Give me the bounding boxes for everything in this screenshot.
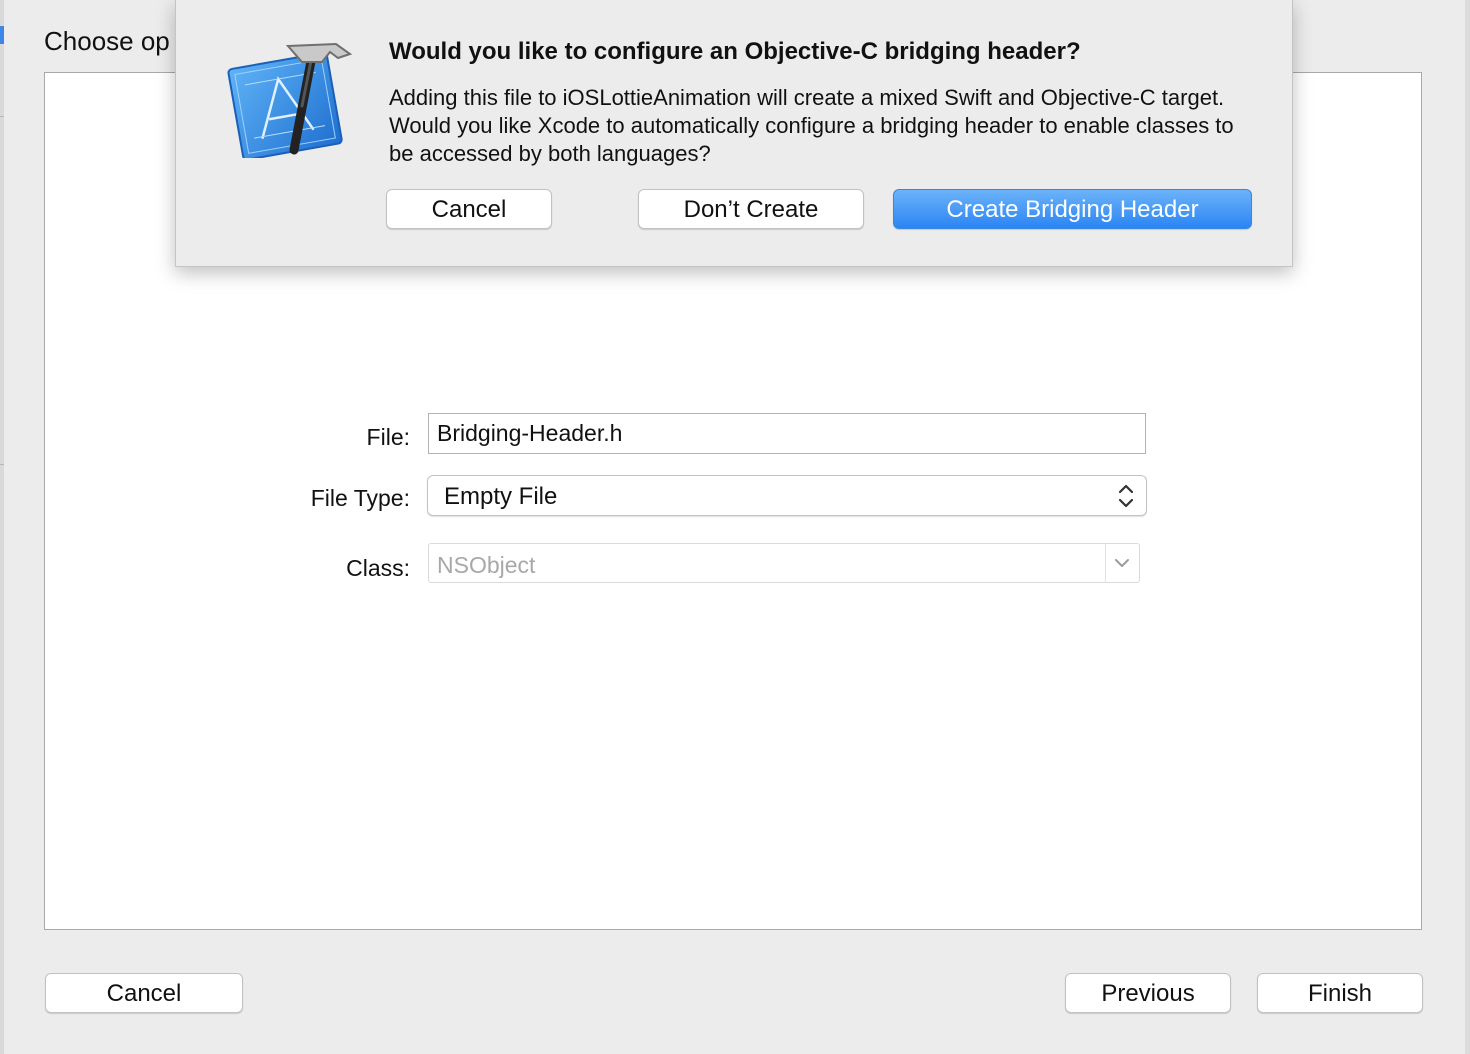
alert-message: Adding this file to iOSLottieAnimation w…: [389, 85, 1234, 166]
class-value: NSObject: [437, 552, 536, 578]
sheet-title: Choose op: [44, 26, 170, 56]
up-down-chevron-icon: [1118, 484, 1134, 508]
background-window-edge-right: [1465, 0, 1470, 1054]
background-window-edge: [0, 0, 4, 1054]
xcode-app-icon: [227, 42, 353, 158]
cancel-button[interactable]: Cancel: [45, 973, 243, 1013]
file-type-popup[interactable]: Empty File: [427, 475, 1147, 516]
dont-create-button[interactable]: Don’t Create: [638, 189, 864, 229]
finish-button[interactable]: Finish: [1257, 973, 1423, 1013]
selection-marker: [0, 26, 4, 44]
alert-cancel-button[interactable]: Cancel: [386, 189, 552, 229]
alert-title: Would you like to configure an Objective…: [389, 38, 1081, 65]
bridging-header-alert: Would you like to configure an Objective…: [175, 0, 1293, 267]
file-name-field[interactable]: [428, 413, 1146, 454]
edge-divider: [0, 116, 4, 117]
previous-button[interactable]: Previous: [1065, 973, 1231, 1013]
file-type-value: Empty File: [444, 483, 558, 510]
edge-divider: [0, 464, 4, 465]
class-label: Class:: [346, 555, 410, 581]
chevron-down-icon[interactable]: [1113, 555, 1131, 571]
class-combobox[interactable]: NSObject: [428, 543, 1140, 583]
combo-divider: [1105, 544, 1106, 582]
file-label: File:: [366, 424, 410, 450]
create-bridging-header-button[interactable]: Create Bridging Header: [893, 189, 1252, 229]
file-type-label: File Type:: [310, 485, 410, 511]
